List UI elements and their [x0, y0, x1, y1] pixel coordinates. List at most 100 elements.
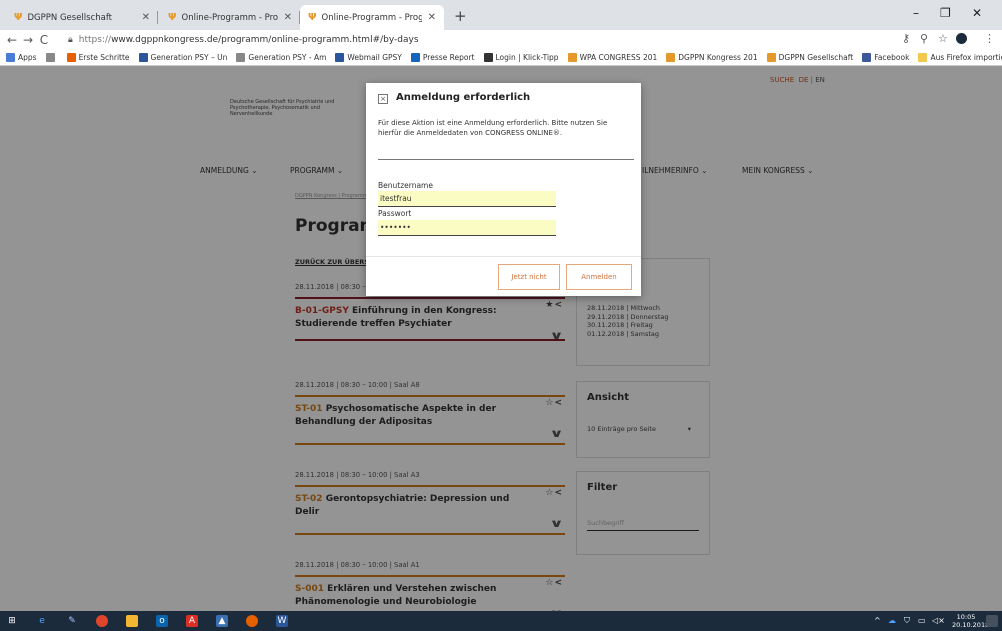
- generation-psy-icon: [138, 53, 148, 62]
- bookmark-label: Aus Firefox importie: [930, 53, 1002, 62]
- star-bookmark-icon[interactable]: ☆: [938, 32, 948, 45]
- key-icon[interactable]: ⚷: [902, 32, 910, 45]
- bookmark-label: WPA CONGRESS 201: [579, 53, 658, 62]
- bookmark-label: Login | Klick-Tipp: [495, 53, 559, 62]
- bookmark-label: Generation PSY – Un: [150, 53, 228, 62]
- close-icon[interactable]: ✕: [428, 12, 436, 23]
- chrome-icon[interactable]: [96, 615, 108, 627]
- page-icon: [236, 53, 246, 62]
- bookmark-label: Presse Report: [422, 53, 475, 62]
- bookmark-item[interactable]: Facebook: [862, 53, 909, 62]
- dgppn-icon: [567, 53, 577, 62]
- bookmark-item[interactable]: Login | Klick-Tipp: [483, 53, 559, 62]
- dialog-title: Anmeldung erforderlich: [396, 92, 531, 103]
- bookmark-item[interactable]: Apps: [6, 53, 37, 62]
- facebook-icon: [862, 53, 872, 62]
- bookmark-item[interactable]: DGPPN Gesellschaft: [766, 53, 854, 62]
- bookmark-item[interactable]: Generation PSY - Am: [236, 53, 326, 62]
- zoom-icon[interactable]: ⚲: [920, 32, 928, 45]
- word-icon[interactable]: W: [276, 615, 288, 627]
- bookmark-item[interactable]: [45, 53, 58, 62]
- clock-date: 20.10.2018: [952, 621, 990, 629]
- not-now-button[interactable]: Jetzt nicht: [498, 264, 560, 290]
- username-label: Benutzername: [378, 181, 433, 190]
- windows-taskbar: ⊞ e ✎ o A ▲ W ^ ☁ ⛉ ▭ ◁× 10:05 20.10.201…: [0, 611, 1002, 631]
- tray-chevron-up-icon[interactable]: ^: [874, 616, 881, 625]
- browser-tab-3[interactable]: Ψ Online-Programm - Programm - ✕: [300, 5, 444, 30]
- forward-arrow-icon[interactable]: →: [20, 33, 36, 47]
- apps-grid-icon: [6, 53, 15, 62]
- minimize-button[interactable]: –: [913, 6, 919, 20]
- new-tab-button[interactable]: +: [454, 7, 467, 25]
- web-page: Deutsche Gesellschaft für Psychiatrie un…: [0, 66, 1002, 611]
- mail-icon: [335, 53, 345, 62]
- firefox-icon[interactable]: [246, 615, 258, 627]
- bookmark-label: DGPPN Kongress 201: [678, 53, 758, 62]
- menu-kebab-icon[interactable]: ⋮: [984, 32, 995, 45]
- tab-title: Online-Programm - Programm -: [321, 12, 422, 23]
- tab-title: Online-Programm - Programm -: [181, 12, 278, 23]
- bookmark-item[interactable]: WPA CONGRESS 201: [567, 53, 658, 62]
- acrobat-icon[interactable]: A: [186, 615, 198, 627]
- browser-tab-2[interactable]: Ψ Online-Programm - Programm - ✕: [160, 5, 300, 30]
- photos-icon[interactable]: ▲: [216, 615, 228, 627]
- reload-icon[interactable]: C: [36, 33, 52, 47]
- login-button[interactable]: Anmelden: [566, 264, 632, 290]
- clock-time: 10:05: [956, 613, 976, 621]
- profile-avatar-icon[interactable]: [956, 33, 967, 44]
- password-label: Passwort: [378, 209, 412, 218]
- edge-icon[interactable]: e: [36, 615, 48, 627]
- lock-icon: 🔒︎: [68, 35, 73, 45]
- folder-icon: [918, 53, 928, 62]
- firefox-icon: [66, 53, 76, 62]
- browser-tab-1[interactable]: Ψ DGPPN Gesellschaft ✕: [6, 5, 158, 30]
- dgppn-favicon-icon: Ψ: [14, 12, 23, 23]
- maximize-button[interactable]: ❐: [940, 6, 951, 20]
- browser-tab-bar: Ψ DGPPN Gesellschaft ✕ Ψ Online-Programm…: [0, 0, 1002, 30]
- address-bar[interactable]: 🔒︎ https:// www.dgppnkongress.de/program…: [68, 31, 928, 49]
- close-icon[interactable]: ✕: [142, 12, 150, 23]
- security-icon[interactable]: ⛉: [904, 616, 910, 626]
- taskbar-clock[interactable]: 10:05 20.10.2018: [952, 613, 990, 629]
- tab-title: DGPPN Gesellschaft: [27, 12, 113, 23]
- browser-toolbar: ← → C 🔒︎ https:// www.dgppnkongress.de/p…: [0, 30, 1002, 50]
- windows-start-icon[interactable]: ⊞: [6, 615, 18, 627]
- network-icon[interactable]: ▭: [918, 616, 926, 625]
- dgppn-icon: [766, 53, 776, 62]
- close-icon[interactable]: ✕: [284, 12, 292, 23]
- close-window-button[interactable]: ✕: [972, 6, 982, 20]
- bookmark-label: Apps: [18, 53, 37, 62]
- bookmark-label: Facebook: [874, 53, 910, 62]
- bookmark-label: DGPPN Gesellschaft: [778, 53, 854, 62]
- dgppn-icon: [666, 53, 676, 62]
- bookmark-label: Webmail GPSY: [347, 53, 402, 62]
- notification-icon[interactable]: [986, 615, 998, 627]
- bookmark-item[interactable]: DGPPN Kongress 201: [666, 53, 758, 62]
- bookmark-item[interactable]: Generation PSY – Un: [138, 53, 228, 62]
- page-icon: [45, 53, 55, 62]
- bookmark-item[interactable]: Webmail GPSY: [335, 53, 402, 62]
- bookmark-label: Erste Schritte: [78, 53, 130, 62]
- klick-tipp-icon: [483, 53, 493, 62]
- dialog-message: Für diese Aktion ist eine Anmeldung erfo…: [378, 119, 608, 137]
- close-icon[interactable]: ×: [378, 94, 388, 104]
- login-dialog: × Anmeldung erforderlich Für diese Aktio…: [366, 83, 641, 296]
- footer-divider: [366, 256, 641, 257]
- file-explorer-icon[interactable]: [126, 615, 138, 627]
- bookmark-item[interactable]: Aus Firefox importie: [918, 53, 1002, 62]
- url-protocol: https://: [78, 35, 112, 45]
- password-input[interactable]: [378, 220, 556, 236]
- bookmark-label: Generation PSY - Am: [248, 53, 327, 62]
- bookmarks-bar: Apps Erste Schritte Generation PSY – Un Gen…: [0, 50, 1002, 66]
- volume-icon[interactable]: ◁×: [932, 616, 945, 625]
- back-arrow-icon[interactable]: ←: [4, 33, 20, 47]
- divider: [378, 159, 634, 160]
- outlook-icon[interactable]: o: [156, 615, 168, 627]
- bookmark-item[interactable]: Erste Schritte: [66, 53, 130, 62]
- bookmark-item[interactable]: Presse Report: [410, 53, 475, 62]
- username-input[interactable]: [378, 191, 556, 207]
- diamond-icon: [410, 53, 420, 62]
- onedrive-icon[interactable]: ☁: [888, 616, 896, 625]
- dgppn-favicon-icon: Ψ: [168, 12, 177, 23]
- pen-icon[interactable]: ✎: [66, 615, 78, 627]
